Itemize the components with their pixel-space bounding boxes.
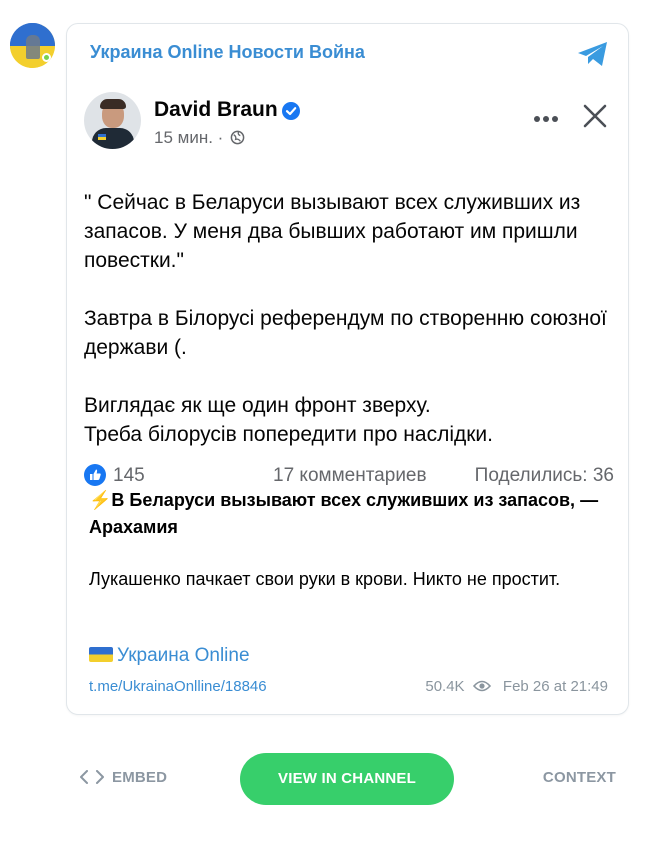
channel-avatar[interactable] [10,23,55,68]
post-stats: 145 17 комментариев Поделились: 36 [84,463,614,489]
author-avatar [84,92,141,149]
view-in-channel-button[interactable]: VIEW IN CHANNEL [240,753,454,805]
post-text: " Сейчас в Беларуси вызывают всех служив… [84,188,614,449]
post-time: 15 мин. · [154,128,245,148]
like-reaction-icon[interactable] [84,464,106,486]
close-icon[interactable] [582,103,608,129]
telegram-plane-icon[interactable] [576,40,610,68]
message-headline: ⚡️В Беларуси вызывают всех служивших из … [89,490,599,537]
message-body: Лукашенко пачкает свои руки в крови. Ник… [89,569,561,589]
verified-badge-icon [282,102,300,120]
message-link[interactable]: t.me/UkrainaOnlline/18846 [89,678,267,695]
source-link[interactable]: Украина Online [89,645,250,667]
channel-name[interactable]: Украина Online Новости Война [90,42,365,63]
message-date: Feb 26 at 21:49 [502,678,608,695]
embed-button[interactable]: EMBED [80,769,167,786]
post-paragraph: Виглядає як ще один фронт зверху. Треба … [84,394,493,446]
post-paragraph: " Сейчас в Беларуси вызывают всех служив… [84,191,581,272]
shares-count[interactable]: Поделились: 36 [475,465,614,487]
context-button[interactable]: CONTEXT [543,769,616,786]
comments-count[interactable]: 17 комментариев [273,465,427,487]
globe-icon [230,130,245,145]
message-card: Украина Online Новости Война David Braun… [66,23,629,715]
ukraine-flag-icon [89,647,113,662]
post-author: David Braun [154,98,278,121]
more-dots-icon[interactable] [533,114,559,124]
channel-avatar-icon [26,35,40,59]
views-count: 50.4K [425,678,465,695]
eye-icon [472,680,491,692]
like-count: 145 [113,465,145,486]
message-meta: 50.4K Feb 26 at 21:49 [425,678,608,695]
code-brackets-icon [80,770,104,784]
lightning-icon: ⚡️ [89,490,112,510]
post-paragraph: Завтра в Білорусі референдум по створенн… [84,307,607,359]
